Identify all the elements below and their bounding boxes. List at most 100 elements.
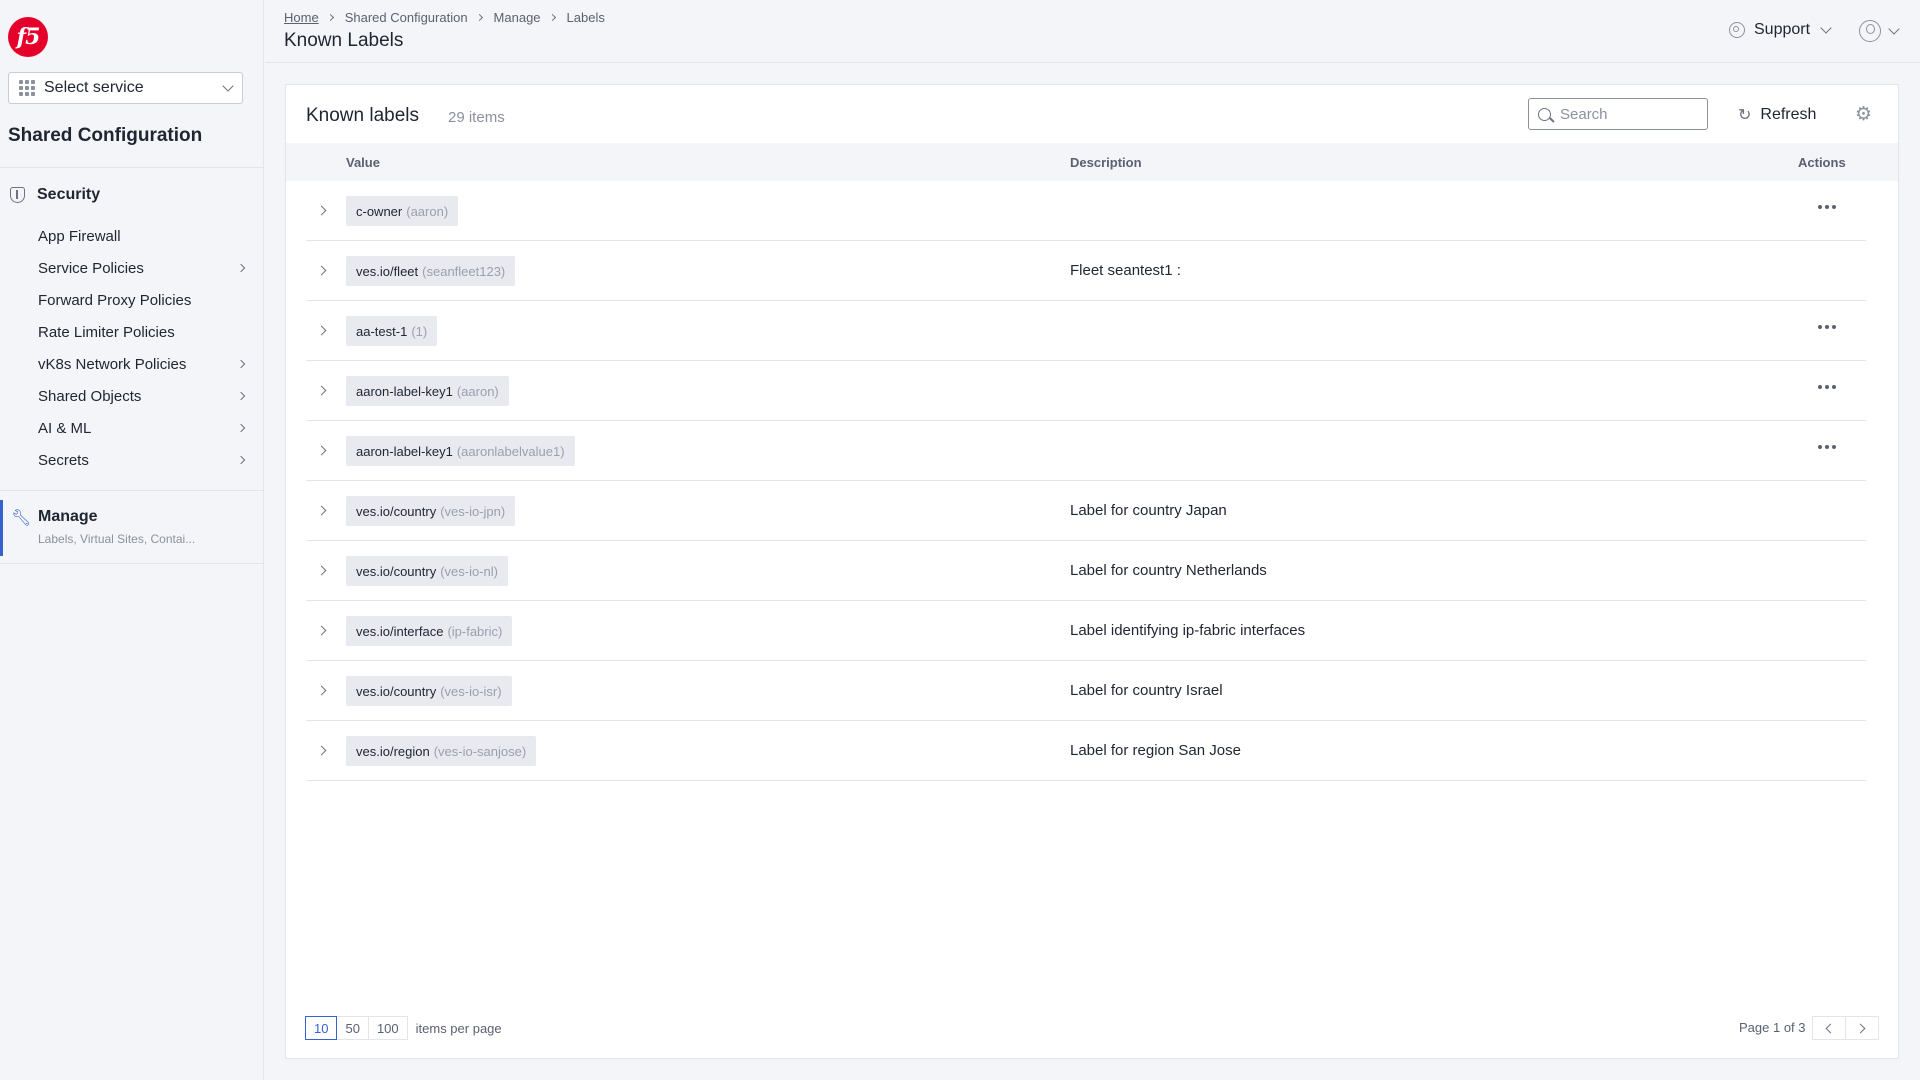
chevron-left-icon: [1825, 1023, 1836, 1033]
label-description: Label for country Japan: [1070, 502, 1227, 519]
page-size-50[interactable]: 50: [336, 1016, 369, 1040]
page-title: Known Labels: [284, 30, 404, 51]
breadcrumb-shared-configuration[interactable]: Shared Configuration: [345, 10, 468, 25]
label-chip[interactable]: c-owner (aaron): [346, 196, 459, 226]
label-key: ves.io/country: [356, 563, 437, 579]
expand-row-icon[interactable]: [316, 745, 327, 756]
user-menu[interactable]: [1859, 20, 1900, 42]
table-row: aa-test-1 (1): [306, 301, 1866, 361]
expand-row-icon[interactable]: [316, 265, 327, 276]
chevron-down-icon: [1888, 23, 1900, 35]
wrench-icon: 🔧︎: [11, 510, 32, 527]
label-key: ves.io/fleet: [356, 263, 419, 279]
sidebar-item-app-firewall[interactable]: App Firewall: [0, 220, 264, 252]
chevron-down-icon: [1820, 22, 1832, 34]
column-value[interactable]: Value: [346, 155, 380, 170]
items-per-page-label: items per page: [415, 1020, 502, 1036]
service-select[interactable]: Select service: [8, 72, 243, 104]
sidebar-item-forward-proxy-policies[interactable]: Forward Proxy Policies: [0, 284, 264, 316]
column-description[interactable]: Description: [1070, 155, 1142, 170]
previous-page-button[interactable]: [1812, 1016, 1846, 1040]
expand-row-icon[interactable]: [316, 625, 327, 636]
label-chip[interactable]: ves.io/country (ves-io-nl): [346, 556, 508, 586]
sidebar-item-label: Service Policies: [38, 259, 144, 277]
label-chip[interactable]: aaron-label-key1 (aaron): [346, 376, 509, 406]
sidebar-item-rate-limiter-policies[interactable]: Rate Limiter Policies: [0, 316, 264, 348]
support-menu[interactable]: Support: [1729, 21, 1832, 39]
sidebar-item-label: Rate Limiter Policies: [38, 323, 175, 341]
expand-row-icon[interactable]: [316, 505, 327, 516]
search-input[interactable]: [1560, 105, 1700, 123]
card-title: Known labels: [306, 105, 420, 126]
sidebar-item-service-policies[interactable]: Service Policies: [0, 252, 264, 284]
sidebar-item-label: Shared Objects: [38, 387, 142, 405]
sidebar-title: Shared Configuration: [8, 125, 203, 146]
table-row: ves.io/country (ves-io-jpn) Label for coun…: [306, 481, 1866, 541]
label-key: ves.io/country: [356, 503, 437, 519]
support-icon: [1729, 22, 1745, 38]
sidebar-item-shared-objects[interactable]: Shared Objects: [0, 380, 264, 412]
chevron-down-icon: [222, 80, 234, 92]
page-size-100[interactable]: 100: [367, 1016, 408, 1040]
more-actions-icon[interactable]: [1818, 205, 1836, 209]
label-description: Label for country Netherlands: [1070, 562, 1267, 579]
label-chip[interactable]: aaron-label-key1 (aaronlabelvalue1): [346, 436, 575, 466]
label-description: Label identifying ip-fabric interfaces: [1070, 622, 1306, 639]
more-actions-icon[interactable]: [1818, 325, 1836, 329]
label-value: (aaronlabelvalue1): [456, 443, 565, 459]
more-actions-icon[interactable]: [1818, 385, 1836, 389]
item-count: 29 items: [448, 109, 505, 126]
sidebar-section-security[interactable]: Security: [0, 180, 264, 210]
breadcrumb-labels: Labels: [566, 10, 605, 25]
sidebar-item-label: Secrets: [38, 451, 89, 469]
sidebar-item-ai-ml[interactable]: AI & ML: [0, 412, 264, 444]
expand-row-icon[interactable]: [316, 205, 327, 216]
breadcrumb-manage[interactable]: Manage: [494, 10, 541, 25]
label-key: ves.io/interface: [356, 623, 444, 639]
label-chip[interactable]: ves.io/interface (ip-fabric): [346, 616, 513, 646]
chevron-right-icon: [326, 13, 334, 22]
label-value: (seanfleet123): [422, 263, 506, 279]
divider: [0, 563, 264, 564]
table-header: Value Description Actions: [286, 143, 1898, 181]
next-page-button[interactable]: [1845, 1016, 1879, 1040]
table-row: c-owner (aaron): [306, 181, 1866, 241]
breadcrumb-home[interactable]: Home: [284, 10, 319, 25]
refresh-button[interactable]: ↻ Refresh: [1738, 105, 1816, 125]
more-actions-icon[interactable]: [1818, 445, 1836, 449]
divider: [0, 167, 264, 168]
chevron-right-icon: [236, 455, 246, 465]
label-value: (aaron): [456, 383, 499, 399]
grid-icon: [19, 80, 35, 96]
chevron-right-icon: [236, 423, 246, 433]
label-chip[interactable]: ves.io/fleet (seanfleet123): [346, 256, 516, 286]
expand-row-icon[interactable]: [316, 445, 327, 456]
expand-row-icon[interactable]: [316, 325, 327, 336]
gear-icon[interactable]: ⚙: [1855, 103, 1872, 126]
label-key: aaron-label-key1: [356, 443, 453, 459]
page-info: Page 1 of 3: [1739, 1020, 1806, 1035]
sidebar-item-vk8s-network-policies[interactable]: vK8s Network Policies: [0, 348, 264, 380]
label-value: (ves-io-jpn): [440, 503, 506, 519]
sidebar-item-label: App Firewall: [38, 227, 121, 245]
page-navigation: [1812, 1016, 1879, 1040]
page-size-selector: 10 50 100 items per page: [305, 1016, 502, 1040]
label-value: (1): [411, 323, 428, 339]
label-description: Fleet seantest1 :: [1070, 262, 1181, 279]
search-box[interactable]: [1528, 98, 1708, 130]
label-chip[interactable]: ves.io/country (ves-io-isr): [346, 676, 512, 706]
page-size-10[interactable]: 10: [305, 1016, 338, 1040]
label-chip[interactable]: ves.io/region (ves-io-sanjose): [346, 736, 537, 766]
label-chip[interactable]: aa-test-1 (1): [346, 316, 438, 346]
label-value: (ip-fabric): [447, 623, 503, 639]
f5-logo[interactable]: f5: [8, 17, 48, 57]
chevron-right-icon: [236, 263, 246, 273]
expand-row-icon[interactable]: [316, 685, 327, 696]
sidebar-item-manage[interactable]: 🔧︎ Manage Labels, Virtual Sites, Contai.…: [0, 500, 264, 556]
label-chip[interactable]: ves.io/country (ves-io-jpn): [346, 496, 516, 526]
expand-row-icon[interactable]: [316, 565, 327, 576]
sidebar-section-label: Security: [37, 186, 101, 203]
label-value: (ves-io-sanjose): [433, 743, 527, 759]
expand-row-icon[interactable]: [316, 385, 327, 396]
sidebar-item-secrets[interactable]: Secrets: [0, 444, 264, 476]
